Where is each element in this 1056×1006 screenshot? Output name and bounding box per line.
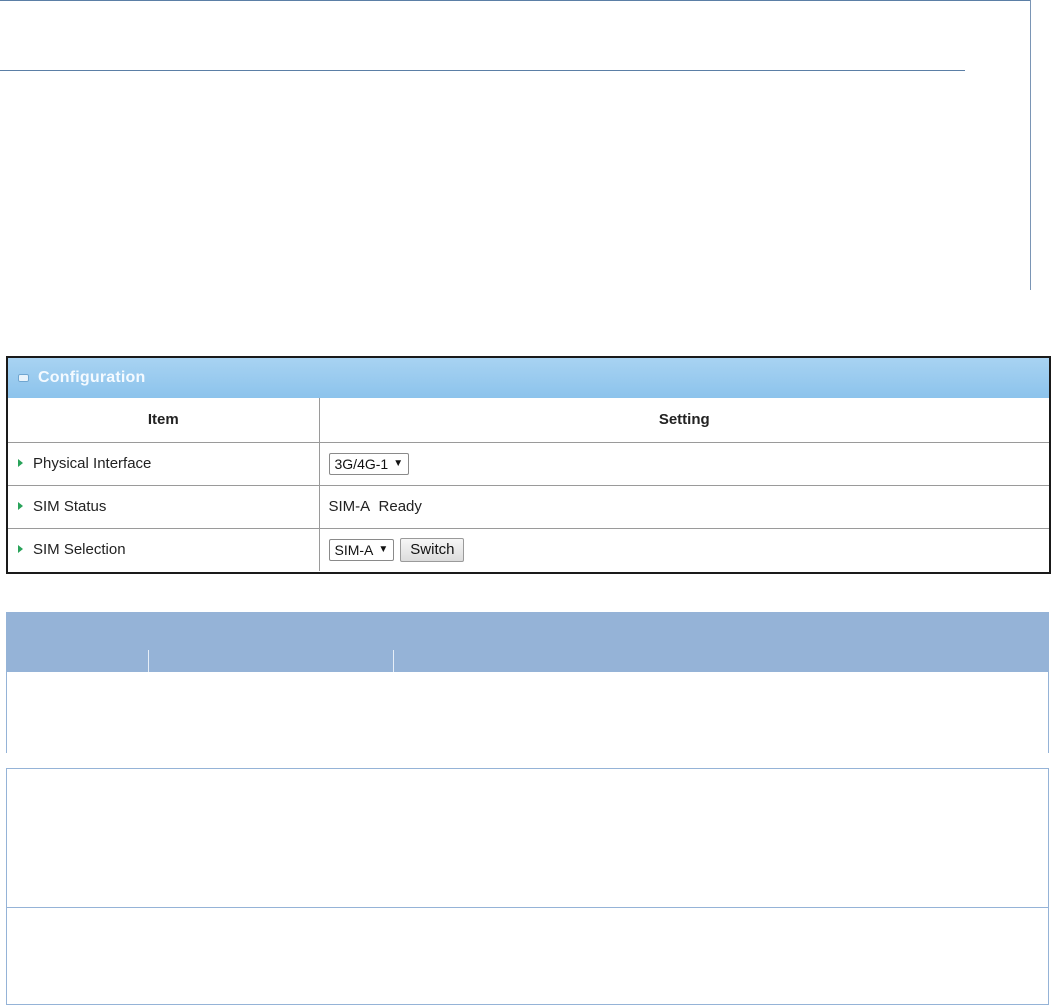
configuration-header: Configuration — [8, 358, 1049, 398]
triangle-right-icon — [18, 502, 23, 511]
configuration-panel: Configuration Item Setting Physical Inte… — [6, 356, 1051, 574]
physical-interface-select[interactable]: 3G/4G-1 ▼ — [328, 452, 410, 475]
right-divider — [1030, 0, 1031, 290]
caret-down-icon: ▼ — [378, 544, 389, 556]
triangle-right-icon — [18, 545, 23, 554]
column-divider — [148, 650, 149, 672]
item-cell: SIM Status — [8, 484, 320, 529]
caret-down-icon: ▼ — [393, 458, 404, 469]
setting-cell: SIM-A Ready — [318, 484, 1049, 529]
top-divider — [0, 0, 1030, 1]
sim-status-sim: SIM-A — [328, 498, 371, 515]
setting-cell: 3G/4G-1 ▼ — [318, 441, 1049, 486]
table-row: SIM Status SIM-A Ready — [8, 484, 1049, 529]
table-left-border — [6, 768, 7, 1005]
panel-icon — [18, 374, 29, 382]
column-header-setting: Setting — [318, 398, 1049, 443]
description-table-header — [6, 612, 1049, 672]
column-divider — [393, 650, 394, 672]
item-cell: SIM Selection — [8, 527, 320, 571]
switch-button[interactable]: Switch — [400, 537, 465, 562]
sim-selection-label: SIM Selection — [33, 541, 126, 559]
table-row-divider — [6, 1004, 1049, 1005]
table-row: SIM Selection SIM-A ▼ Switch — [8, 527, 1049, 571]
configuration-table: Item Setting Physical Interface 3G/4G-1 … — [8, 398, 1049, 571]
physical-interface-value: 3G/4G-1 — [334, 455, 389, 472]
heading-divider — [0, 70, 965, 71]
configuration-title: Configuration — [38, 369, 146, 386]
item-cell: Physical Interface — [8, 441, 320, 486]
setting-cell: SIM-A ▼ Switch — [318, 527, 1049, 571]
table-right-border — [1048, 672, 1049, 753]
sim-status-value: Ready — [378, 498, 422, 515]
table-left-border — [6, 672, 7, 753]
table-row-divider — [6, 768, 1049, 769]
table-header-row: Item Setting — [8, 398, 1049, 443]
table-row: Physical Interface 3G/4G-1 ▼ — [8, 441, 1049, 486]
sim-selection-select[interactable]: SIM-A ▼ — [328, 538, 395, 561]
column-header-item: Item — [8, 398, 320, 443]
sim-status-label: SIM Status — [33, 498, 107, 515]
table-right-border — [1048, 768, 1049, 1005]
triangle-right-icon — [18, 459, 23, 468]
physical-interface-label: Physical Interface — [33, 455, 152, 472]
sim-selection-value: SIM-A — [334, 541, 374, 558]
table-row-divider — [6, 907, 1049, 908]
